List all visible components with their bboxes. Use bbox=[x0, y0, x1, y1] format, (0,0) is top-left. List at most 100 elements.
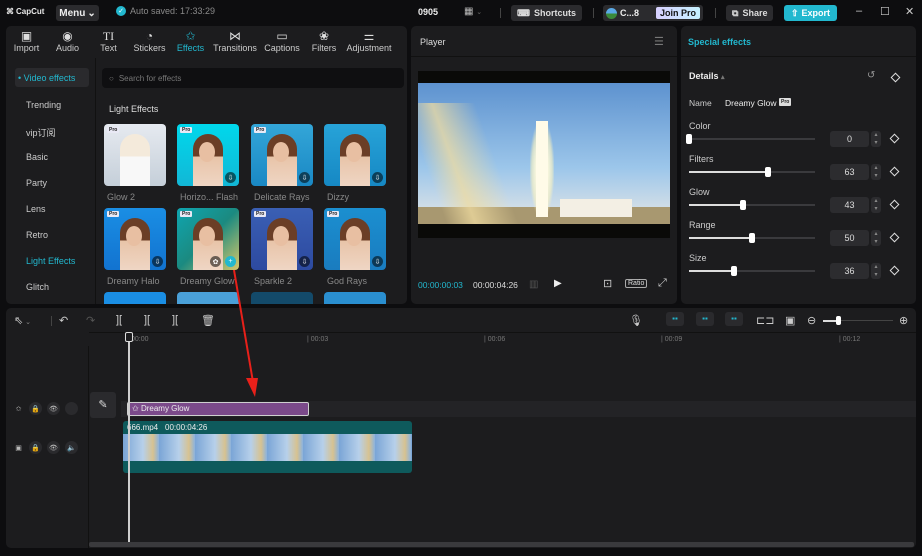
stepper[interactable]: ▴ ▾ bbox=[871, 131, 881, 147]
effect-card[interactable] bbox=[177, 292, 239, 304]
effect-card-sparkle-2[interactable]: Pro ⇩ bbox=[251, 208, 313, 270]
sidebar-item-light-effects[interactable]: Light Effects bbox=[26, 256, 75, 266]
keyframe-icon[interactable] bbox=[889, 232, 900, 243]
effect-card-delicate-rays[interactable]: Pro ⇩ bbox=[251, 124, 313, 186]
microphone-icon[interactable]: 🎙 bbox=[629, 314, 643, 327]
mute-icon[interactable]: 🔈 bbox=[65, 441, 78, 454]
stepper[interactable]: ▴ ▾ bbox=[871, 230, 881, 246]
eye-icon[interactable]: 👁 bbox=[47, 441, 60, 454]
download-icon[interactable]: ⇩ bbox=[225, 172, 236, 183]
tab-filters[interactable]: ❀ Filters bbox=[305, 26, 343, 58]
sidebar-item-lens[interactable]: Lens bbox=[26, 204, 46, 214]
select-tool-icon[interactable]: ⇖ ⌄ bbox=[14, 314, 31, 327]
redo-icon[interactable]: ↷ bbox=[86, 314, 95, 327]
share-button[interactable]: ⧉ Share bbox=[726, 5, 774, 21]
sidebar-item-party[interactable]: Party bbox=[26, 178, 47, 188]
effect-card-glow-2[interactable]: Pro bbox=[104, 124, 166, 186]
play-button[interactable]: ▶ bbox=[554, 278, 562, 289]
keyframe-icon[interactable] bbox=[889, 133, 900, 144]
project-name[interactable]: 0905 bbox=[418, 7, 438, 17]
split-icon[interactable]: ][ bbox=[116, 314, 122, 326]
effect-card-dreamy-halo[interactable]: Pro ⇩ bbox=[104, 208, 166, 270]
download-icon[interactable]: ⇩ bbox=[152, 256, 163, 267]
menu-button[interactable]: Menu ⌄ bbox=[56, 5, 99, 21]
size-slider[interactable] bbox=[689, 266, 815, 276]
tab-stickers[interactable]: ◔ Stickers bbox=[129, 26, 170, 58]
lock-icon[interactable]: 🔒 bbox=[29, 441, 42, 454]
minimize-button[interactable]: – bbox=[856, 5, 862, 17]
stepper[interactable]: ▴ ▾ bbox=[871, 197, 881, 213]
effect-card-dizzy[interactable]: ⇩ bbox=[324, 124, 386, 186]
tab-import[interactable]: ▣ Import bbox=[6, 26, 47, 58]
details-header[interactable]: Details ▴ bbox=[689, 71, 725, 81]
filters-value[interactable]: 63 bbox=[830, 164, 869, 180]
split-right-icon[interactable]: ][ bbox=[172, 314, 178, 326]
join-pro-button[interactable]: Join Pro bbox=[655, 7, 700, 19]
effect-card[interactable] bbox=[324, 292, 386, 304]
slider-knob[interactable] bbox=[740, 200, 747, 210]
grid-icon[interactable]: ▥ bbox=[529, 279, 538, 290]
preview-axis-icon[interactable]: ⊏⊐ bbox=[756, 314, 774, 327]
slider-knob[interactable] bbox=[749, 233, 755, 243]
delete-icon[interactable]: 🗑 bbox=[201, 314, 215, 327]
tab-audio[interactable]: ◉ Audio bbox=[47, 26, 88, 58]
range-slider[interactable] bbox=[689, 233, 815, 243]
keyframe-icon[interactable] bbox=[889, 199, 900, 210]
tab-text[interactable]: TI Text bbox=[88, 26, 129, 58]
filters-slider[interactable] bbox=[689, 167, 815, 177]
effect-card-horizon-flash[interactable]: Pro ⇩ bbox=[177, 124, 239, 186]
search-input[interactable]: ○ Search for effects bbox=[102, 68, 404, 88]
video-preview[interactable] bbox=[418, 71, 670, 238]
playhead-handle[interactable] bbox=[125, 332, 133, 342]
effect-card[interactable] bbox=[251, 292, 313, 304]
keyframe-icon[interactable] bbox=[890, 72, 901, 83]
user-account[interactable]: C...8 Join Pro bbox=[603, 5, 703, 21]
slider-knob[interactable] bbox=[765, 167, 772, 177]
ratio-button[interactable]: Ratio bbox=[625, 279, 648, 288]
zoom-in-icon[interactable]: ⊕ bbox=[899, 314, 908, 327]
tab-transitions[interactable]: ⋈ Transitions bbox=[211, 26, 259, 58]
sidebar-item-glitch[interactable]: Glitch bbox=[26, 282, 49, 292]
maximize-button[interactable]: ☐ bbox=[880, 5, 890, 18]
close-button[interactable]: ✕ bbox=[905, 5, 914, 18]
stepper[interactable]: ▴ ▾ bbox=[871, 263, 881, 279]
menu-icon[interactable]: ☰ bbox=[654, 35, 664, 48]
effect-card-dreamy-glow[interactable]: Pro ✿ + bbox=[177, 208, 239, 270]
stepper[interactable]: ▴ ▾ bbox=[871, 164, 881, 180]
lock-icon[interactable]: 🔒 bbox=[29, 402, 42, 415]
zoom-out-icon[interactable]: ⊖ bbox=[807, 314, 816, 327]
sidebar-item-retro[interactable]: Retro bbox=[26, 230, 48, 240]
color-value[interactable]: 0 bbox=[830, 131, 869, 147]
download-icon[interactable]: ⇩ bbox=[299, 256, 310, 267]
split-left-icon[interactable]: ][ bbox=[144, 314, 150, 326]
sidebar-item-video-effects[interactable]: • Video effects bbox=[15, 68, 89, 87]
effect-card[interactable] bbox=[104, 292, 166, 304]
range-value[interactable]: 50 bbox=[830, 230, 869, 246]
sidebar-item-vip[interactable]: vip订阅 bbox=[26, 126, 56, 139]
download-icon[interactable]: ⇩ bbox=[372, 256, 383, 267]
tab-effects[interactable]: ✩ Effects bbox=[170, 26, 211, 58]
auto-snap-icon[interactable]: ▪▪ bbox=[696, 312, 714, 326]
sidebar-item-basic[interactable]: Basic bbox=[26, 152, 48, 162]
keyframe-icon[interactable] bbox=[889, 265, 900, 276]
time-ruler[interactable]: 00:00 | 00:03 | 00:06 | 00:09 | 00:12 bbox=[89, 332, 916, 346]
zoom-slider[interactable] bbox=[823, 316, 893, 325]
track-toggle[interactable] bbox=[65, 402, 78, 415]
tab-adjustment[interactable]: ⚌ Adjustment bbox=[343, 26, 395, 58]
glow-value[interactable]: 43 bbox=[830, 197, 869, 213]
slider-knob[interactable] bbox=[731, 266, 738, 276]
glow-slider[interactable] bbox=[689, 200, 815, 210]
reset-icon[interactable]: ↺ bbox=[867, 70, 875, 81]
horizontal-scrollbar[interactable] bbox=[89, 542, 914, 547]
zoom-fit-icon[interactable]: ⊡ bbox=[603, 277, 612, 290]
thumbnail-icon[interactable]: ▣ bbox=[785, 314, 795, 327]
size-value[interactable]: 36 bbox=[830, 263, 869, 279]
download-icon[interactable]: ⇩ bbox=[372, 172, 383, 183]
linkage-icon[interactable]: ▪▪ bbox=[725, 312, 743, 326]
tab-captions[interactable]: ▭ Captions bbox=[259, 26, 305, 58]
color-slider[interactable] bbox=[686, 134, 815, 144]
edit-cover-button[interactable]: ✎ bbox=[90, 392, 116, 418]
effect-clip[interactable]: ✩ Dreamy Glow bbox=[127, 402, 309, 416]
main-track-magnet-icon[interactable]: ▪▪ bbox=[666, 312, 684, 326]
layout-icon[interactable]: ▦ ⌄ bbox=[464, 6, 482, 17]
